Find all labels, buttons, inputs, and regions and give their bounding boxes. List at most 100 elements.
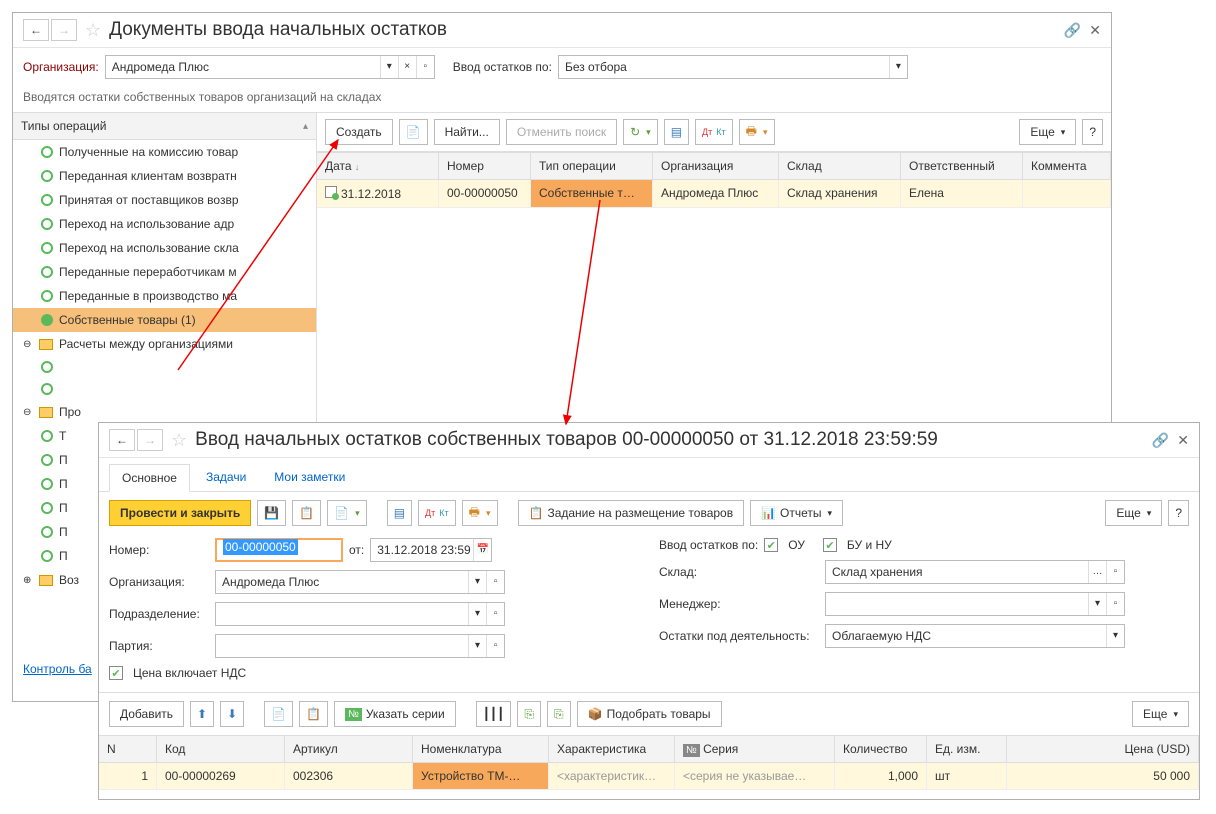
- folder-icon: [39, 575, 53, 586]
- tree-folder[interactable]: ⊖Про: [13, 400, 316, 424]
- close-icon[interactable]: ✕: [1089, 22, 1101, 39]
- print-button[interactable]: 🖶▾: [739, 119, 775, 145]
- dropdown-icon[interactable]: ▾: [380, 56, 398, 78]
- org-label: Организация:: [23, 60, 99, 74]
- link-icon[interactable]: 🔗: [1152, 432, 1169, 449]
- up-button[interactable]: ⬆: [190, 701, 214, 727]
- favorite-icon[interactable]: ☆: [85, 20, 101, 41]
- manager-label: Менеджер:: [659, 597, 819, 611]
- tree-item[interactable]: [13, 356, 316, 378]
- num-input[interactable]: 00-00000050: [215, 538, 343, 562]
- close-icon[interactable]: ✕: [1177, 432, 1189, 449]
- barcode-button[interactable]: ┃┃┃: [476, 701, 512, 727]
- tab-main[interactable]: Основное: [109, 464, 190, 492]
- tree-item[interactable]: Переданные в производство ма: [13, 284, 316, 308]
- export-button[interactable]: ⎘: [547, 701, 571, 727]
- sidebar-header: Типы операций ▴: [13, 113, 316, 140]
- filter-select[interactable]: Без отбора ▾: [558, 55, 908, 79]
- collapse-icon[interactable]: ▴: [303, 121, 308, 132]
- cancel-search-button[interactable]: Отменить поиск: [506, 119, 617, 145]
- list-button[interactable]: ▤: [664, 119, 689, 145]
- dtkt-button[interactable]: ДтКт: [418, 500, 456, 526]
- document-icon: [325, 186, 337, 198]
- placement-task-button[interactable]: 📋 Задание на размещение товаров: [518, 500, 745, 526]
- tree-item[interactable]: Переход на использование скла: [13, 236, 316, 260]
- window-title: Ввод начальных остатков собственных това…: [195, 429, 1152, 451]
- items-grid: N Код Артикул Номенклатура Характеристик…: [99, 735, 1199, 790]
- party-label: Партия:: [109, 639, 209, 653]
- warehouse-label: Склад:: [659, 565, 819, 579]
- pick-button[interactable]: 📦 Подобрать товары: [577, 701, 722, 727]
- balance-label: Ввод остатков по:: [659, 538, 758, 552]
- refresh-button[interactable]: ↻▾: [623, 119, 658, 145]
- dropdown-icon[interactable]: ▾: [889, 56, 907, 78]
- add-button[interactable]: Добавить: [109, 701, 184, 727]
- print-button[interactable]: 🖶▾: [462, 500, 498, 526]
- activity-label: Остатки под деятельность:: [659, 629, 819, 643]
- table-row[interactable]: 1 00-00000269 002306 Устройство ТМ-… <ха…: [99, 763, 1199, 790]
- save-button[interactable]: 💾: [257, 500, 286, 526]
- find-button[interactable]: Найти...: [434, 119, 500, 145]
- org-label: Организация:: [109, 575, 209, 589]
- table-row[interactable]: 31.12.2018 00-00000050 Собственные т… Ан…: [317, 180, 1111, 208]
- paste-button[interactable]: 📋: [299, 701, 328, 727]
- party-select[interactable]: ▾▫: [215, 634, 505, 658]
- import-button[interactable]: ⎘: [517, 701, 541, 727]
- ou-checkbox[interactable]: ✔: [764, 538, 778, 552]
- favorite-icon[interactable]: ☆: [171, 430, 187, 451]
- tree-folder[interactable]: ⊖Расчеты между организациями: [13, 332, 316, 356]
- date-input[interactable]: 31.12.2018 23:59 📅: [370, 538, 492, 562]
- tab-notes[interactable]: Мои заметки: [262, 464, 357, 491]
- nav-forward[interactable]: →: [51, 19, 77, 41]
- reports-button[interactable]: 📊 Отчеты▾: [750, 500, 843, 526]
- link-icon[interactable]: 🔗: [1064, 22, 1081, 39]
- tab-tasks[interactable]: Задачи: [194, 464, 258, 491]
- hint-text: Вводятся остатки собственных товаров орг…: [13, 86, 1111, 112]
- folder-icon: [39, 339, 53, 350]
- post-button[interactable]: 📋: [292, 500, 321, 526]
- based-on-button[interactable]: 📄▾: [327, 500, 366, 526]
- vat-checkbox[interactable]: ✔: [109, 666, 123, 680]
- warehouse-select[interactable]: Склад хранения …▫: [825, 560, 1125, 584]
- toolbar: Создать 📄 Найти... Отменить поиск ↻▾ ▤ Д…: [317, 113, 1111, 152]
- titlebar: ← → ☆ Ввод начальных остатков собственны…: [99, 423, 1199, 458]
- nav-forward[interactable]: →: [137, 429, 163, 451]
- nav-back[interactable]: ←: [109, 429, 135, 451]
- more-button[interactable]: Еще▾: [1132, 701, 1189, 727]
- tree-item-selected[interactable]: Собственные товары (1): [13, 308, 316, 332]
- tree-item[interactable]: Переход на использование адр: [13, 212, 316, 236]
- more-button[interactable]: Еще▾: [1019, 119, 1076, 145]
- open-icon[interactable]: ▫: [416, 56, 434, 78]
- bunu-checkbox[interactable]: ✔: [823, 538, 837, 552]
- tree-item[interactable]: Переданные переработчикам м: [13, 260, 316, 284]
- help-button[interactable]: ?: [1168, 500, 1189, 526]
- org-select[interactable]: Андромеда Плюс ▾ × ▫: [105, 55, 435, 79]
- dtkt-button[interactable]: ДтКт: [695, 119, 733, 145]
- control-link[interactable]: Контроль ба: [23, 662, 92, 676]
- submit-button[interactable]: Провести и закрыть: [109, 500, 251, 526]
- tree-item[interactable]: Полученные на комиссию товар: [13, 140, 316, 164]
- down-button[interactable]: ⬇: [220, 701, 244, 727]
- from-label: от:: [349, 543, 364, 557]
- num-label: Номер:: [109, 543, 209, 557]
- nav-back[interactable]: ←: [23, 19, 49, 41]
- tree-item[interactable]: Переданная клиентам возвратн: [13, 164, 316, 188]
- titlebar: ← → ☆ Документы ввода начальных остатков…: [13, 13, 1111, 48]
- more-button[interactable]: Еще▾: [1105, 500, 1162, 526]
- calendar-icon[interactable]: 📅: [473, 539, 491, 561]
- tree-item[interactable]: [13, 378, 316, 400]
- tabs: Основное Задачи Мои заметки: [99, 458, 1199, 492]
- create-button[interactable]: Создать: [325, 119, 393, 145]
- activity-select[interactable]: Облагаемую НДС ▾: [825, 624, 1125, 648]
- dept-select[interactable]: ▾▫: [215, 602, 505, 626]
- window-title: Документы ввода начальных остатков: [109, 19, 1064, 41]
- copy-button[interactable]: 📄: [264, 701, 293, 727]
- org-select[interactable]: Андромеда Плюс ▾▫: [215, 570, 505, 594]
- manager-select[interactable]: ▾▫: [825, 592, 1125, 616]
- tree-item[interactable]: Принятая от поставщиков возвр: [13, 188, 316, 212]
- list-button[interactable]: ▤: [387, 500, 412, 526]
- help-button[interactable]: ?: [1082, 119, 1103, 145]
- filter-label: Ввод остатков по:: [453, 60, 552, 74]
- series-button[interactable]: № Указать серии: [334, 701, 456, 727]
- copy-button[interactable]: 📄: [399, 119, 428, 145]
